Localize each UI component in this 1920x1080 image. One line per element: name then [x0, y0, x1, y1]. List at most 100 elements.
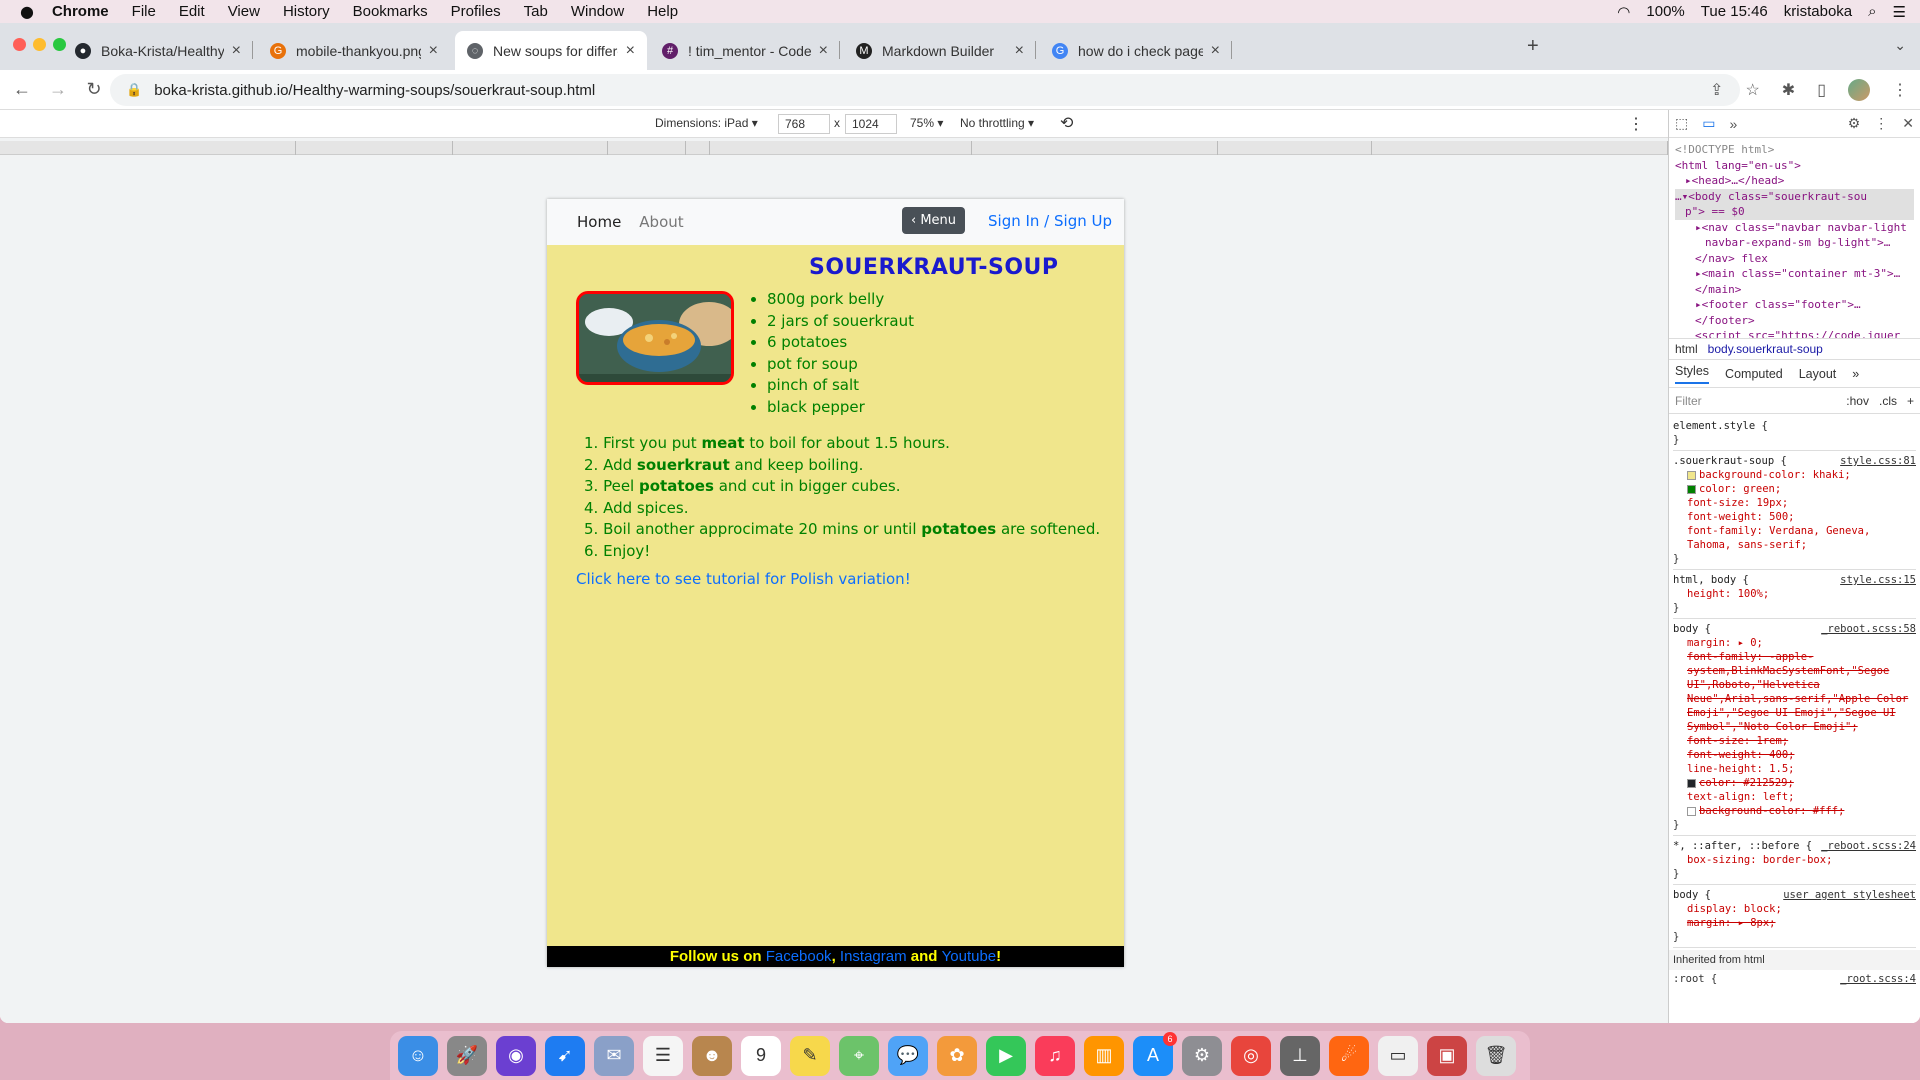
media-query-segment[interactable] — [710, 141, 972, 155]
media-query-segment[interactable] — [686, 141, 710, 155]
media-query-segment[interactable] — [972, 141, 1218, 155]
css-source-link[interactable]: _reboot.scss:24 — [1821, 839, 1916, 853]
crumb-html[interactable]: html — [1675, 342, 1698, 356]
dom-node-line[interactable]: <script src="https://code.jquer — [1675, 328, 1914, 338]
tab-search-icon[interactable]: ⌄ — [1894, 37, 1906, 54]
browser-tab[interactable]: M Markdown Builder × — [844, 31, 1036, 70]
kebab-menu-icon[interactable]: ⋮ — [1892, 80, 1908, 100]
settings-gear-icon[interactable]: ⚙ — [1848, 115, 1861, 132]
launchpad-icon[interactable]: 🚀 — [447, 1035, 487, 1076]
media-query-segment[interactable] — [453, 141, 608, 155]
firefox-icon[interactable]: ☄ — [1329, 1035, 1369, 1076]
maps-icon[interactable]: ⌖ — [839, 1035, 879, 1076]
devtools-more-icon[interactable]: ⋮ — [1874, 115, 1888, 132]
css-property[interactable]: margin: ▸ 0; — [1673, 636, 1916, 650]
instagram-link[interactable]: Instagram — [840, 948, 907, 965]
css-property[interactable]: font-size: 1rem; — [1673, 734, 1916, 748]
calendar-icon[interactable]: 9 — [741, 1035, 781, 1076]
color-swatch[interactable] — [1687, 484, 1696, 494]
css-property[interactable]: font-weight: 400; — [1673, 748, 1916, 762]
search-icon[interactable]: ⌕ — [1868, 3, 1876, 20]
tab-close-icon[interactable]: × — [1211, 42, 1220, 60]
back-icon[interactable]: ← — [8, 79, 36, 100]
menu-button[interactable]: ‹ Menu — [902, 207, 966, 234]
photos-icon[interactable]: ✿ — [937, 1035, 977, 1076]
css-source-link[interactable]: user agent stylesheet — [1783, 888, 1916, 902]
reload-icon[interactable]: ↻ — [80, 79, 108, 100]
new-tab-button[interactable]: + — [1527, 35, 1539, 58]
browser-tab[interactable]: ● Boka-Krista/Healthy-warming- × — [63, 31, 253, 70]
menu-item-window[interactable]: Window — [571, 3, 624, 20]
books-icon[interactable]: ▥ — [1084, 1035, 1124, 1076]
tab-more[interactable]: » — [1852, 367, 1859, 381]
color-swatch[interactable] — [1687, 470, 1696, 480]
dom-node-line[interactable]: ▸<footer class="footer">… — [1675, 297, 1914, 313]
media-query-segment[interactable] — [1218, 141, 1372, 155]
device-toggle-icon[interactable]: ▭ — [1702, 115, 1715, 132]
dom-node-line[interactable]: …▾<body class="souerkraut-sou — [1675, 188, 1914, 204]
media-query-segment[interactable] — [0, 141, 296, 155]
notes-icon[interactable]: ✎ — [790, 1035, 830, 1076]
contacts-icon[interactable]: ☻ — [692, 1035, 732, 1076]
tab-close-icon[interactable]: × — [1015, 42, 1024, 60]
css-property[interactable]: background-color: #fff; — [1673, 804, 1916, 818]
mail-icon[interactable]: ✉ — [594, 1035, 634, 1076]
css-property[interactable]: display: block; — [1673, 902, 1916, 916]
menu-item-help[interactable]: Help — [647, 3, 678, 20]
media-query-segment[interactable] — [1372, 141, 1668, 155]
close-window-button[interactable] — [13, 38, 26, 51]
css-property[interactable]: text-align: left; — [1673, 790, 1916, 804]
dom-node-line[interactable]: <!DOCTYPE html> — [1675, 142, 1914, 158]
siri-icon[interactable]: ◉ — [496, 1035, 536, 1076]
css-property[interactable]: background-color: khaki; — [1673, 468, 1916, 482]
tab-layout[interactable]: Layout — [1799, 367, 1837, 381]
tab-close-icon[interactable]: × — [626, 42, 635, 60]
css-property[interactable]: color: green; — [1673, 482, 1916, 496]
chrome-icon[interactable]: ◎ — [1231, 1035, 1271, 1076]
share-icon[interactable]: ⇪ — [1710, 80, 1723, 100]
facetime-icon[interactable]: ▶ — [986, 1035, 1026, 1076]
tab-close-icon[interactable]: × — [232, 42, 241, 60]
color-swatch[interactable] — [1687, 778, 1696, 788]
css-property[interactable]: height: 100%; — [1673, 587, 1916, 601]
menu-item-profiles[interactable]: Profiles — [451, 3, 501, 20]
url-text[interactable]: boka-krista.github.io/Healthy-warming-so… — [154, 82, 595, 99]
tab-styles[interactable]: Styles — [1675, 364, 1710, 384]
dom-node-line[interactable]: navbar-expand-sm bg-light">… — [1675, 235, 1914, 251]
dom-node-line[interactable]: ▸<head>…</head> — [1675, 173, 1914, 189]
css-property[interactable]: box-sizing: border-box; — [1673, 853, 1916, 867]
sidepanel-icon[interactable]: ▯ — [1817, 80, 1826, 100]
dom-node-line[interactable]: p"> == $0 — [1675, 204, 1914, 220]
dom-node-line[interactable]: <html lang="en-us"> — [1675, 158, 1914, 174]
address-bar[interactable]: 🔒 boka-krista.github.io/Healthy-warming-… — [110, 74, 1740, 106]
browser-tab[interactable]: Ghow do i check page on excel a × — [1040, 31, 1232, 70]
dom-node-line[interactable]: ▸<nav class="navbar navbar-light — [1675, 220, 1914, 236]
bookmark-star-icon[interactable]: ☆ — [1745, 80, 1759, 100]
css-property[interactable]: font-family: -apple-system,BlinkMacSyste… — [1673, 650, 1916, 734]
utility-icon[interactable]: ⊥ — [1280, 1035, 1320, 1076]
css-source-link[interactable]: _reboot.scss:58 — [1821, 622, 1916, 636]
menu-item-chrome[interactable]: Chrome — [52, 3, 109, 20]
nav-home-link[interactable]: Home — [577, 213, 621, 231]
browser-tab[interactable]: ◌ New soups for different tastes × — [455, 31, 647, 70]
css-property[interactable]: font-size: 19px; — [1673, 496, 1916, 510]
menu-item-view[interactable]: View — [228, 3, 260, 20]
browser-tab[interactable]: # ! tim_mentor - Code Institute - × — [650, 31, 840, 70]
css-source-link[interactable]: style.css:81 — [1840, 454, 1916, 468]
styles-filter-input[interactable]: Filter — [1675, 394, 1836, 408]
safari-icon[interactable]: ➹ — [545, 1035, 585, 1076]
css-property[interactable]: font-weight: 500; — [1673, 510, 1916, 524]
device-select[interactable]: Dimensions: iPad ▾ — [655, 116, 758, 130]
add-rule-icon[interactable]: + — [1907, 394, 1914, 408]
battery-label[interactable]: 100% — [1646, 3, 1684, 20]
folder-icon[interactable]: ▭ — [1378, 1035, 1418, 1076]
css-property[interactable]: margin: ▸ 8px; — [1673, 916, 1916, 930]
settings-icon[interactable]: ⚙ — [1182, 1035, 1222, 1076]
messages-icon[interactable]: 💬 — [888, 1035, 928, 1076]
nav-about-link[interactable]: About — [639, 213, 683, 231]
zoom-select[interactable]: 75% ▾ — [910, 116, 943, 130]
reminders-icon[interactable]: ☰ — [643, 1035, 683, 1076]
css-source-link[interactable]: style.css:15 — [1840, 573, 1916, 587]
dom-node-line[interactable]: ▸<main class="container mt-3">… — [1675, 266, 1914, 282]
wifi-icon[interactable]: ◠ — [1617, 3, 1630, 21]
